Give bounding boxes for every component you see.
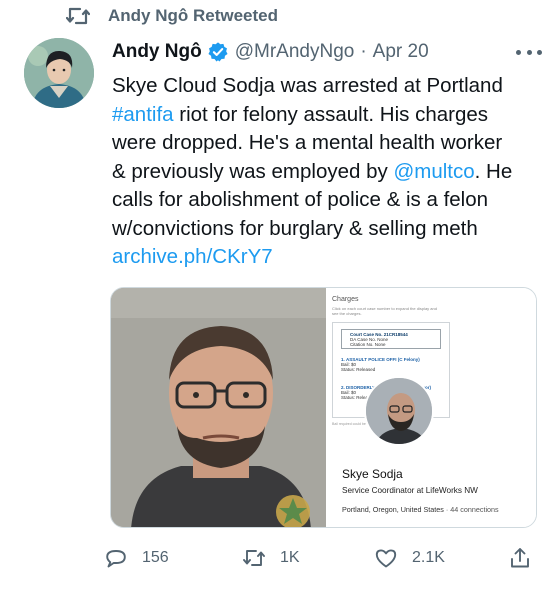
reply-button[interactable]: 156	[104, 541, 169, 575]
tweet-line-text: & previously was employed by	[112, 159, 394, 183]
profile-separator: ·	[445, 505, 449, 514]
charges-title: Charges	[332, 296, 359, 303]
profile-location-row: Portland, Oregon, United States · 44 con…	[342, 505, 499, 514]
hashtag-link[interactable]: #antifa	[112, 103, 174, 126]
retweet-icon	[66, 7, 90, 25]
court-case-header: Court Case No. 21CR18544 DA Case No. Non…	[341, 329, 441, 349]
author-handle[interactable]: @MrAndyNgo	[235, 41, 355, 63]
tweet-text: Skye Cloud Sodja was arrested at Portlan…	[112, 72, 542, 272]
mugshot-photo	[111, 288, 326, 527]
share-button[interactable]	[508, 541, 546, 575]
reply-count: 156	[142, 549, 169, 566]
tweet-line: Skye Cloud Sodja was arrested at Portlan…	[112, 74, 503, 97]
verified-badge-icon	[208, 42, 228, 62]
charge-item: 1. ASSAULT POLICE OFFI (C Felony) Bail: …	[341, 357, 445, 373]
like-count: 2.1K	[412, 549, 445, 566]
more-dots-icon[interactable]	[516, 40, 542, 64]
retweet-label: Andy Ngô Retweeted	[108, 6, 279, 25]
profile-photo	[364, 376, 434, 446]
retweet-context[interactable]: Andy Ngô Retweeted	[66, 4, 278, 28]
records-panel: Charges Click on each court case number …	[326, 288, 536, 527]
charges-note: Click on each court case number to expan…	[332, 306, 437, 316]
profile-location: Portland, Oregon, United States	[342, 505, 444, 514]
avatar[interactable]	[24, 38, 94, 108]
tweet-actions: 156 1K 2.1K	[104, 541, 544, 575]
profile-title: Service Coordinator at LifeWorks NW	[342, 486, 478, 495]
tweet-header: Andy Ngô @MrAndyNgo · Apr 20	[112, 38, 540, 66]
tweet-line-text: . He	[474, 159, 513, 183]
citation: Citation No. None	[350, 342, 386, 347]
archive-link[interactable]: archive.ph/CKrY7	[112, 243, 542, 272]
charge-status: Status: Released	[341, 367, 376, 373]
tweet-line: were dropped. He's a mental health worke…	[112, 131, 503, 154]
tweet-date[interactable]: Apr 20	[373, 41, 429, 63]
profile-connections: 44 connections	[450, 505, 499, 514]
tweet-line: w/convictions for burglary & selling met…	[112, 216, 478, 240]
heart-icon	[375, 549, 397, 568]
avatar-illustration	[24, 38, 94, 108]
like-button[interactable]: 2.1K	[374, 541, 445, 575]
charge-name: ASSAULT POLICE OFFI (C Felony)	[346, 357, 420, 362]
retweet-count: 1K	[280, 549, 300, 566]
share-icon	[511, 548, 529, 568]
tweet-line: calls for abolishment of police & is a f…	[112, 188, 489, 211]
tweet-line: & previously was employed by @multco. He	[112, 158, 542, 187]
tweet-line: #antifa riot for felony assault. His cha…	[112, 101, 542, 130]
author-name[interactable]: Andy Ngô	[112, 41, 202, 63]
mention-link[interactable]: @multco	[393, 160, 474, 183]
profile-name: Skye Sodja	[342, 467, 403, 481]
tweet-line-text: riot for felony assault. His charges	[173, 102, 489, 126]
tweet-media[interactable]: Charges Click on each court case number …	[110, 287, 537, 528]
reply-icon	[106, 550, 126, 568]
header-separator: ·	[360, 41, 367, 62]
retweet-icon	[243, 550, 265, 566]
retweet-button[interactable]: 1K	[242, 541, 300, 575]
